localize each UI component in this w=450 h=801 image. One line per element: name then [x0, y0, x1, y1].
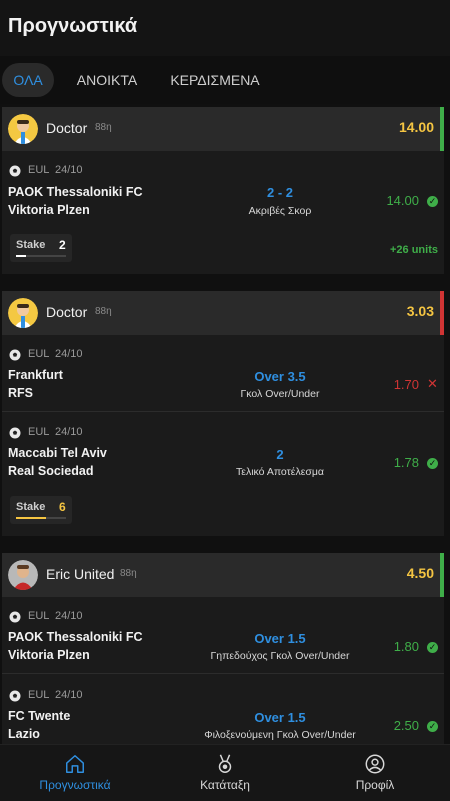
- pick-value: 2 - 2: [266, 185, 293, 200]
- total-odds: 3.03: [406, 303, 434, 319]
- check-icon: ✓: [427, 458, 438, 469]
- match-odds: 1.70: [393, 377, 419, 392]
- tip-card[interactable]: Doctor 88η 3.03 EUL 24/10 Frankfurt RFS …: [2, 291, 444, 536]
- match-odds: 1.80: [393, 639, 419, 654]
- nav-profile[interactable]: Προφίλ: [300, 745, 450, 801]
- tipster-age: 88η: [120, 568, 137, 579]
- match-odds: 1.78: [393, 455, 419, 470]
- soccer-ball-icon: [9, 349, 21, 361]
- away-team: RFS: [8, 386, 33, 400]
- tip-card[interactable]: Eric United 88η 4.50 EUL 24/10 PAOK Thes…: [2, 553, 444, 744]
- market-name: Τελικό Αποτέλεσμα: [236, 466, 324, 478]
- divider: [2, 411, 444, 412]
- home-team: PAOK Thessaloniki FC: [8, 630, 143, 644]
- check-icon: ✓: [427, 642, 438, 653]
- soccer-ball-icon: [9, 690, 21, 702]
- profit-units: +26 units: [390, 244, 438, 256]
- stake-bar: [16, 517, 66, 519]
- total-odds: 4.50: [406, 565, 434, 581]
- tipster-age: 88η: [95, 306, 112, 317]
- nav-label: Προφίλ: [355, 778, 395, 792]
- bottom-nav: Προγνωστικά Κατάταξη Προφίλ: [0, 744, 450, 801]
- stake-value: 6: [59, 500, 66, 514]
- tipster-name[interactable]: Doctor: [46, 120, 87, 136]
- stake-fill: [16, 255, 26, 257]
- stake-badge: Stake 6: [10, 496, 72, 524]
- nav-label: Προγνωστικά: [39, 778, 111, 792]
- match-row: EUL 24/10 Maccabi Tel Aviv Real Sociedad…: [2, 413, 444, 491]
- match-row: EUL 24/10 PAOK Thessaloniki FC Viktoria …: [2, 597, 444, 675]
- match-date: 24/10: [55, 426, 83, 438]
- page-title: Προγνωστικά: [8, 15, 138, 37]
- away-team: Viktoria Plzen: [8, 203, 90, 217]
- card-header: Doctor 88η 3.03: [2, 291, 444, 335]
- stake-label: Stake: [16, 239, 46, 251]
- market-name: Γκολ Over/Under: [240, 388, 320, 400]
- home-team: PAOK Thessaloniki FC: [8, 185, 143, 199]
- tipster-name[interactable]: Eric United: [46, 566, 114, 582]
- card-header: Doctor 88η 14.00: [2, 107, 444, 151]
- league-label: EUL: [28, 426, 50, 438]
- filter-open[interactable]: ΑΝΟΙΚΤΑ: [64, 63, 150, 97]
- home-icon: [66, 755, 84, 773]
- status-indicator-won: [440, 553, 444, 597]
- market-name: Γηπεδούχος Γκολ Over/Under: [210, 650, 350, 662]
- soccer-ball-icon: [9, 611, 21, 623]
- top-bar: Προγνωστικά: [0, 0, 450, 56]
- stake-badge: Stake 2: [10, 234, 72, 262]
- match-date: 24/10: [55, 610, 83, 622]
- stake-label: Stake: [16, 501, 46, 513]
- nav-predictions[interactable]: Προγνωστικά: [0, 745, 150, 801]
- soccer-ball-icon: [9, 165, 21, 177]
- stake-fill: [16, 517, 46, 519]
- status-indicator-lost: [440, 291, 444, 335]
- away-team: Lazio: [8, 727, 40, 741]
- home-team: Frankfurt: [8, 368, 63, 382]
- match-row: EUL 24/10 FC Twente Lazio Over 1.5 Φιλοξ…: [2, 676, 444, 754]
- league-label: EUL: [28, 348, 50, 360]
- pick-value: Over 1.5: [254, 710, 306, 725]
- tip-card[interactable]: Doctor 88η 14.00 EUL 24/10 PAOK Thessalo…: [2, 107, 444, 274]
- tipster-age: 88η: [95, 122, 112, 133]
- match-odds: 2.50: [393, 718, 419, 733]
- match-date: 24/10: [55, 348, 83, 360]
- pick-value: Over 3.5: [254, 369, 306, 384]
- nav-ranking[interactable]: Κατάταξη: [150, 745, 300, 801]
- market-name: Φιλοξενούμενη Γκολ Over/Under: [204, 729, 356, 741]
- user-icon: [365, 754, 385, 774]
- match-date: 24/10: [55, 164, 83, 176]
- check-icon: ✓: [427, 196, 438, 207]
- home-team: FC Twente: [8, 709, 71, 723]
- nav-label: Κατάταξη: [200, 778, 250, 792]
- divider: [2, 673, 444, 674]
- soccer-ball-icon: [9, 427, 21, 439]
- stake-value: 2: [59, 238, 66, 252]
- match-odds: 14.00: [386, 193, 419, 208]
- filter-all[interactable]: ΟΛΑ: [2, 63, 54, 97]
- market-name: Ακριβές Σκορ: [248, 205, 312, 217]
- card-header: Eric United 88η 4.50: [2, 553, 444, 597]
- filter-won[interactable]: ΚΕΡΔΙΣΜΕΝΑ: [160, 63, 270, 97]
- avatar: [8, 560, 38, 590]
- away-team: Real Sociedad: [8, 464, 94, 478]
- match-row: EUL 24/10 Frankfurt RFS Over 3.5 Γκολ Ov…: [2, 335, 444, 413]
- tipster-name[interactable]: Doctor: [46, 304, 87, 320]
- away-team: Viktoria Plzen: [8, 648, 90, 662]
- check-icon: ✓: [427, 721, 438, 732]
- home-team: Maccabi Tel Aviv: [8, 446, 107, 460]
- match-date: 24/10: [55, 689, 83, 701]
- stake-bar: [16, 255, 66, 257]
- league-label: EUL: [28, 164, 50, 176]
- league-label: EUL: [28, 610, 50, 622]
- avatar: [8, 298, 38, 328]
- pick-value: Over 1.5: [254, 631, 306, 646]
- match-row: EUL 24/10 PAOK Thessaloniki FC Viktoria …: [2, 151, 444, 229]
- pick-value: 2: [276, 447, 284, 462]
- avatar: [8, 114, 38, 144]
- medal-icon: [218, 754, 232, 773]
- league-label: EUL: [28, 689, 50, 701]
- status-indicator-won: [440, 107, 444, 151]
- total-odds: 14.00: [398, 119, 434, 135]
- cross-icon: ✕: [427, 376, 438, 391]
